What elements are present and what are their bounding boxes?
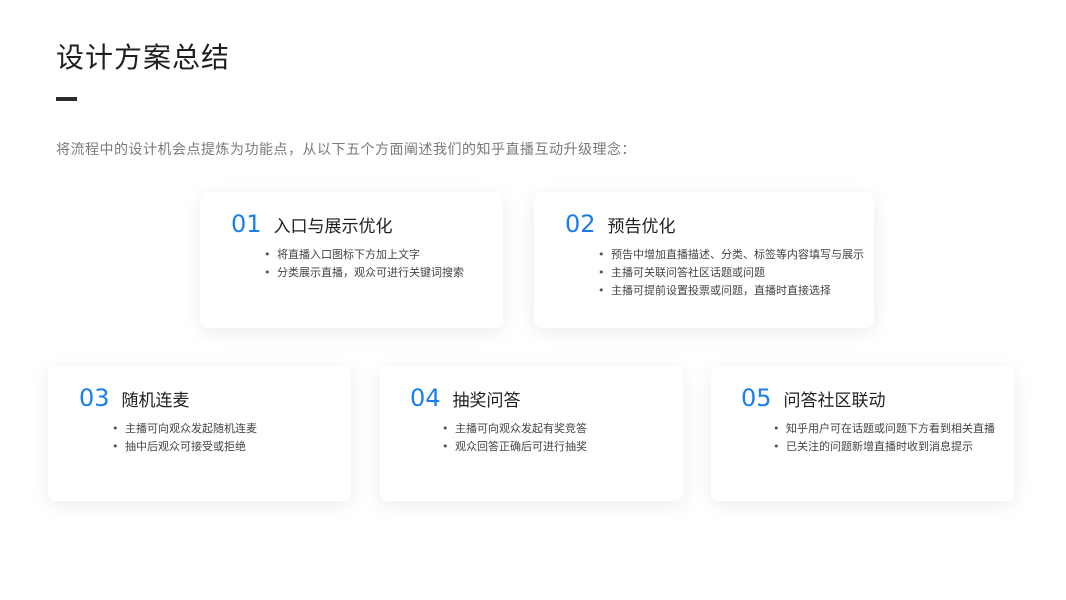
list-item: 已关注的问题新增直播时收到消息提示 [773,438,995,456]
list-item: 主播可关联问答社区话题或问题 [598,264,864,282]
list-item: 预告中增加直播描述、分类、标签等内容填写与展示 [598,246,864,264]
list-item: 将直播入口图标下方加上文字 [264,246,464,264]
title-underline [56,97,77,101]
card-number: 04 [410,384,441,412]
card-title: 随机连麦 [121,391,190,411]
list-item: 观众回答正确后可进行抽奖 [442,438,587,456]
card-number: 03 [79,384,110,412]
card-list: 预告中增加直播描述、分类、标签等内容填写与展示 主播可关联问答社区话题或问题 主… [598,246,864,300]
intro-text: 将流程中的设计机会点提炼为功能点，从以下五个方面阐述我们的知乎直播互动升级理念： [56,142,636,158]
card-number: 05 [741,384,772,412]
card-number: 01 [231,210,262,238]
card-list: 主播可向观众发起有奖竞答 观众回答正确后可进行抽奖 [442,420,587,456]
list-item: 主播可向观众发起有奖竞答 [442,420,587,438]
card-number: 02 [565,210,596,238]
card-list: 主播可向观众发起随机连麦 抽中后观众可接受或拒绝 [112,420,257,456]
card-community-linkage: 05 问答社区联动 知乎用户可在话题或问题下方看到相关直播 已关注的问题新增直播… [711,366,1014,501]
list-item: 知乎用户可在话题或问题下方看到相关直播 [773,420,995,438]
card-title: 预告优化 [607,217,676,237]
card-preview: 02 预告优化 预告中增加直播描述、分类、标签等内容填写与展示 主播可关联问答社… [534,192,874,328]
card-title: 抽奖问答 [452,391,521,411]
card-list: 知乎用户可在话题或问题下方看到相关直播 已关注的问题新增直播时收到消息提示 [773,420,995,456]
card-random-mic: 03 随机连麦 主播可向观众发起随机连麦 抽中后观众可接受或拒绝 [48,366,351,501]
list-item: 分类展示直播，观众可进行关键词搜索 [264,264,464,282]
card-title: 问答社区联动 [783,391,886,411]
card-title: 入口与展示优化 [273,217,393,237]
page-title: 设计方案总结 [56,41,231,74]
list-item: 抽中后观众可接受或拒绝 [112,438,257,456]
card-list: 将直播入口图标下方加上文字 分类展示直播，观众可进行关键词搜索 [264,246,464,282]
card-entry-display: 01 入口与展示优化 将直播入口图标下方加上文字 分类展示直播，观众可进行关键词… [200,192,503,328]
card-lottery-quiz: 04 抽奖问答 主播可向观众发起有奖竞答 观众回答正确后可进行抽奖 [380,366,683,501]
list-item: 主播可向观众发起随机连麦 [112,420,257,438]
list-item: 主播可提前设置投票或问题，直播时直接选择 [598,282,864,300]
